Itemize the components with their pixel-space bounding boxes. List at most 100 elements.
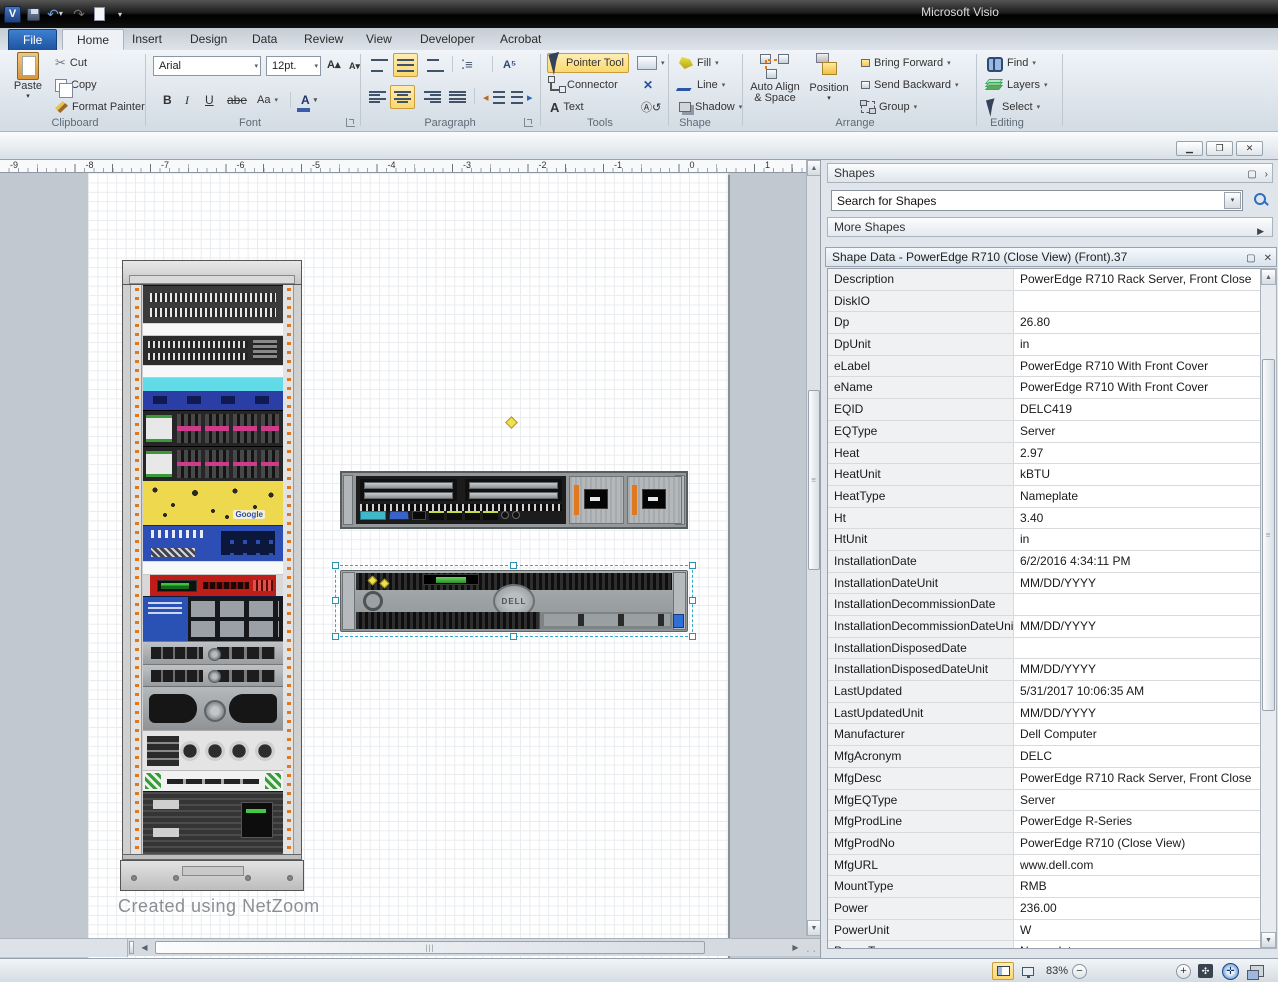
grow-font-button[interactable]: A▴: [324, 54, 343, 74]
font-size-select[interactable]: 12pt.▾: [266, 56, 321, 76]
scroll-down-button[interactable]: ▼: [807, 920, 820, 936]
shape-data-value[interactable]: Dell Computer: [1014, 724, 1260, 745]
shape-data-value[interactable]: Nameplate: [1014, 486, 1260, 507]
undo-button[interactable]: ↶▾: [46, 5, 64, 23]
find-button[interactable]: Find▾: [984, 53, 1039, 73]
bullets-button[interactable]: ⁚≡: [458, 55, 476, 75]
tab-file[interactable]: File: [8, 29, 57, 50]
layers-button[interactable]: Layers▾: [984, 75, 1051, 95]
shape-data-value[interactable]: DELC419: [1014, 399, 1260, 420]
rack-unit-switch-pair[interactable]: [143, 336, 283, 365]
shape-data-value[interactable]: 6/2/2016 4:34:11 PM: [1014, 551, 1260, 572]
search-input[interactable]: [831, 190, 1243, 211]
tab-insert[interactable]: Insert: [118, 29, 176, 50]
tab-acrobat[interactable]: Acrobat: [486, 29, 555, 50]
text-block-tool-button[interactable]: Ⓐ↺: [638, 97, 664, 117]
selection-handle[interactable]: [332, 562, 339, 569]
shape-data-value[interactable]: 3.40: [1014, 508, 1260, 529]
strikethrough-button[interactable]: abe: [224, 90, 250, 110]
shape-data-value[interactable]: PowerEdge R710 Rack Server, Front Close: [1014, 269, 1260, 290]
control-handle-diamond[interactable]: [505, 416, 518, 429]
drawing-canvas[interactable]: -9-8-7-6-5-4-3-2-101 Google: [0, 160, 820, 958]
rack-unit-cyan-appliance[interactable]: [143, 378, 283, 410]
connector-tool-button[interactable]: Connector: [547, 75, 621, 95]
close-window-button[interactable]: ✕: [1236, 141, 1263, 156]
fit-page-button[interactable]: ✣: [1198, 962, 1213, 980]
shape-data-value[interactable]: 2.97: [1014, 443, 1260, 464]
font-dialog-launcher[interactable]: [346, 118, 355, 127]
rack-unit-ups-stack[interactable]: [143, 791, 283, 854]
shape-data-value[interactable]: MM/DD/YYYY: [1014, 573, 1260, 594]
scrollbar-splitter[interactable]: [129, 941, 134, 954]
fill-button[interactable]: Fill▾: [676, 53, 722, 73]
selection-handle[interactable]: [510, 633, 517, 640]
presentation-mode-button[interactable]: [1018, 962, 1038, 980]
tab-home[interactable]: Home: [62, 29, 124, 50]
paragraph-dialog-launcher[interactable]: [524, 118, 533, 127]
align-top-button[interactable]: [368, 55, 391, 75]
tab-developer[interactable]: Developer: [406, 29, 489, 50]
canvas-horizontal-scrollbar[interactable]: ◀ ||| ▶ ⡀⡀: [0, 938, 820, 956]
justify-button[interactable]: [446, 87, 469, 107]
search-icon[interactable]: [1253, 192, 1269, 208]
shape-data-scrollbar[interactable]: ▲ ≡ ▼: [1260, 268, 1277, 949]
selection-handle[interactable]: [689, 597, 696, 604]
shape-data-value[interactable]: PowerEdge R710 (Close View): [1014, 833, 1260, 854]
shape-data-value[interactable]: kBTU: [1014, 464, 1260, 485]
italic-button[interactable]: I: [182, 90, 192, 110]
shape-data-value[interactable]: Server: [1014, 421, 1260, 442]
cut-button[interactable]: ✂Cut: [52, 53, 90, 73]
select-button[interactable]: Select▾: [984, 97, 1043, 117]
redo-button[interactable]: ↷: [70, 5, 88, 23]
whole-page-view-button[interactable]: [992, 962, 1014, 980]
shape-data-value[interactable]: 5/31/2017 10:06:35 AM: [1014, 681, 1260, 702]
paste-button[interactable]: Paste▾: [6, 52, 50, 116]
tab-design[interactable]: Design: [176, 29, 241, 50]
rack-unit-blade-storage[interactable]: [143, 596, 283, 641]
rack-unit-dell-2u-server[interactable]: [143, 686, 283, 730]
align-middle-button[interactable]: [393, 53, 418, 77]
shape-data-value[interactable]: [1014, 638, 1260, 659]
shape-data-value[interactable]: in: [1014, 334, 1260, 355]
group-button[interactable]: Group▾: [858, 97, 920, 117]
shape-data-value[interactable]: MM/DD/YYYY: [1014, 703, 1260, 724]
shape-data-value[interactable]: PowerEdge R710 With Front Cover: [1014, 356, 1260, 377]
font-family-select[interactable]: Arial▾: [153, 56, 261, 76]
collapse-panel-icon[interactable]: ›: [1265, 166, 1268, 184]
shape-data-value[interactable]: www.dell.com: [1014, 855, 1260, 876]
switch-windows-button[interactable]: [1250, 962, 1264, 980]
shape-data-value[interactable]: PowerEdge R710 Rack Server, Front Close: [1014, 768, 1260, 789]
shape-data-scroll-thumb[interactable]: ≡: [1262, 359, 1275, 711]
tab-data[interactable]: Data: [238, 29, 291, 50]
auto-align-space-button[interactable]: Auto Align & Space: [748, 52, 802, 116]
shape-data-value[interactable]: 236.00: [1014, 898, 1260, 919]
customize-qat-button[interactable]: ▾: [111, 5, 129, 23]
align-left-button[interactable]: [366, 87, 389, 107]
format-painter-button[interactable]: Format Painter: [52, 97, 148, 117]
more-shapes-button[interactable]: More Shapes ▶: [827, 217, 1273, 237]
zoom-out-button[interactable]: −: [1072, 962, 1087, 980]
rack-unit-dell-1u-server-b[interactable]: [143, 664, 283, 686]
align-center-button[interactable]: [390, 85, 415, 109]
rack-unit-blank-1u-b[interactable]: [143, 365, 283, 378]
scroll-left-button[interactable]: ◀: [137, 940, 152, 956]
underline-button[interactable]: U: [202, 90, 217, 110]
pan-zoom-window-button[interactable]: ✛: [1222, 962, 1239, 980]
rack-unit-google-appliance[interactable]: Google: [143, 481, 283, 525]
text-tool-button[interactable]: AText: [547, 97, 587, 117]
change-case-button[interactable]: Aa▾: [254, 90, 281, 110]
selection-handle[interactable]: [689, 562, 696, 569]
decrease-indent-button[interactable]: ◂: [480, 87, 508, 107]
close-panel-icon[interactable]: ✕: [1264, 250, 1272, 268]
zoom-level[interactable]: 83%: [1042, 962, 1072, 980]
bold-button[interactable]: B: [160, 90, 175, 110]
rack-unit-kvm-1u[interactable]: [143, 770, 283, 791]
restore-window-button[interactable]: ❐: [1206, 141, 1233, 156]
shapes-panel-header[interactable]: Shapes ▢›: [827, 163, 1273, 183]
selection-handle[interactable]: [510, 562, 517, 569]
text-direction-button[interactable]: A⁵: [500, 55, 519, 75]
selection-handle[interactable]: [332, 633, 339, 640]
zoom-in-button[interactable]: +: [1176, 962, 1191, 980]
align-right-button[interactable]: [421, 87, 444, 107]
app-icon[interactable]: V: [4, 6, 21, 23]
